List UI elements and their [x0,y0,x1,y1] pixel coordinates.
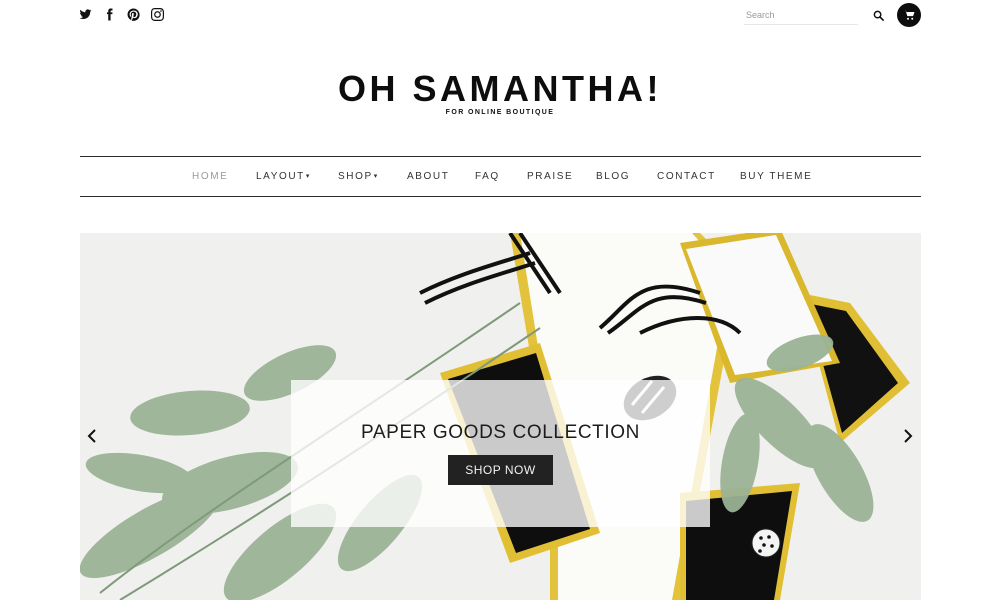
nav-item-shop-label: SHOP [338,171,373,182]
slide-caption-title: PAPER GOODS COLLECTION [361,422,640,443]
social-links [78,7,164,21]
nav-item-shop[interactable]: SHOP▾ [338,171,377,182]
nav-item-home[interactable]: HOME [192,171,228,182]
search-icon[interactable] [871,8,885,22]
chevron-right-icon [904,429,913,443]
hero-slider: PAPER GOODS COLLECTION SHOP NOW [80,233,921,600]
nav-item-buy-theme[interactable]: BUY THEME [740,171,812,182]
nav-item-about[interactable]: ABOUT [407,171,449,182]
site-logo-title[interactable]: OH SAMANTHA! [0,68,1000,110]
twitter-icon[interactable] [78,7,92,21]
chevron-down-icon: ▾ [305,173,310,180]
facebook-icon[interactable] [102,7,116,21]
slide-caption: PAPER GOODS COLLECTION SHOP NOW [291,380,710,527]
nav-item-layout-label: LAYOUT [256,171,305,182]
pinterest-icon[interactable] [126,7,140,21]
chevron-down-icon: ▾ [373,173,378,180]
chevron-left-icon [87,429,96,443]
instagram-icon[interactable] [150,7,164,21]
search-input[interactable] [744,5,858,25]
nav-item-contact[interactable]: CONTACT [657,171,716,182]
cart-icon [903,10,915,20]
cart-button[interactable] [897,3,921,27]
nav-item-layout[interactable]: LAYOUT▾ [256,171,309,182]
shop-now-button[interactable]: SHOP NOW [448,455,553,485]
nav-item-faq[interactable]: FAQ [475,171,500,182]
slider-next-button[interactable] [898,426,918,446]
nav-item-blog[interactable]: BLOG [596,171,630,182]
slider-prev-button[interactable] [82,426,102,446]
site-tagline: FOR ONLINE BOUTIQUE [445,109,555,116]
nav-item-praise[interactable]: PRAISE [527,171,573,182]
search-field-wrapper [744,5,858,25]
main-nav: HOME LAYOUT▾ SHOP▾ ABOUT FAQ PRAISE BLOG… [80,156,921,197]
